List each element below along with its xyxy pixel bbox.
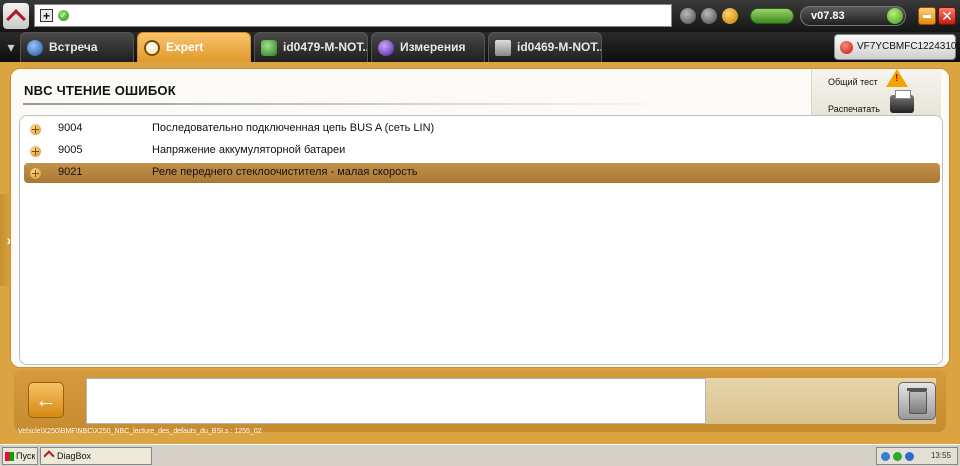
- shield-icon[interactable]: [893, 452, 902, 461]
- trash-button[interactable]: [898, 382, 936, 420]
- magnifier-icon: [144, 40, 160, 56]
- document-icon: [495, 40, 511, 56]
- car-icon: [261, 40, 277, 56]
- network-icon[interactable]: [881, 452, 890, 461]
- globe-icon: [27, 40, 43, 56]
- tab-label: Измерения: [400, 40, 466, 54]
- script-path: Vehicle\X250\BMF\NBC\X250_NBC_lecture_de…: [18, 428, 262, 435]
- start-button[interactable]: Пуск: [2, 447, 38, 465]
- tab-id0469[interactable]: id0469-M-NOT...: [488, 32, 602, 62]
- tab-label: Expert: [166, 40, 204, 54]
- address-bar[interactable]: + ✓: [34, 4, 672, 27]
- main-panel: › NBC ЧТЕНИЕ ОШИБОК Общий тест Распечата…: [0, 62, 960, 444]
- top-icons-group: [680, 8, 738, 24]
- plus-icon[interactable]: +: [40, 9, 53, 22]
- tab-expert[interactable]: Expert: [137, 32, 251, 62]
- printer-icon[interactable]: [890, 90, 914, 113]
- tabs-bar: ▾ Встреча Expert id0479-M-NOT... Измерен…: [0, 32, 960, 62]
- status-ok-icon: ✓: [58, 10, 69, 21]
- tab-id0479[interactable]: id0479-M-NOT...: [254, 32, 368, 62]
- global-test-button[interactable]: Общий тест: [828, 77, 878, 87]
- back-button[interactable]: ←: [28, 382, 64, 418]
- mail-icon[interactable]: [722, 8, 738, 24]
- windows-taskbar: Пуск DiagBox 13:55: [0, 444, 960, 466]
- tab-label: id0479-M-NOT...: [283, 40, 368, 54]
- system-tray: 13:55: [876, 447, 958, 465]
- title-divider: [23, 103, 673, 105]
- citroen-icon: [43, 450, 55, 462]
- power-icon: [840, 41, 853, 54]
- chevron-down-icon[interactable]: ▾: [2, 36, 20, 58]
- top-toolbar: + ✓ v07.83 ✕: [0, 0, 960, 32]
- media-icon[interactable]: [680, 8, 696, 24]
- tab-izmereniya[interactable]: Измерения: [371, 32, 485, 62]
- close-button[interactable]: ✕: [938, 7, 956, 25]
- right-action-menu: Общий тест Распечатать: [811, 69, 941, 121]
- version-display: v07.83: [800, 6, 906, 26]
- waveform-icon: [378, 40, 394, 56]
- print-button[interactable]: Распечатать: [828, 104, 880, 114]
- bottom-bar: ←: [14, 370, 946, 432]
- warning-icon[interactable]: [886, 69, 908, 87]
- taskbar-item-diagbox[interactable]: DiagBox: [40, 447, 152, 465]
- settings-icon[interactable]: [701, 8, 717, 24]
- vin-text: VF7YCBMFC12243105: [857, 41, 960, 52]
- fault-list: 9004 Последовательно подключенная цепь B…: [19, 115, 943, 365]
- start-label: Пуск: [16, 451, 36, 461]
- content-area: NBC ЧТЕНИЕ ОШИБОК Общий тест Распечатать…: [10, 68, 950, 368]
- tab-label: id0469-M-NOT...: [517, 40, 602, 54]
- citroen-logo[interactable]: [3, 3, 29, 29]
- tab-vstrecha[interactable]: Встреча: [20, 32, 134, 62]
- fault-code: 9004: [58, 122, 83, 134]
- fault-row[interactable]: 9004 Последовательно подключенная цепь B…: [24, 119, 940, 139]
- windows-icon: [5, 452, 14, 461]
- expand-plus-icon[interactable]: [30, 146, 41, 157]
- version-text: v07.83: [811, 10, 845, 22]
- page-title: NBC ЧТЕНИЕ ОШИБОК: [24, 83, 176, 98]
- minimize-button[interactable]: [918, 7, 936, 25]
- clock: 13:55: [930, 451, 951, 460]
- fault-row[interactable]: 9005 Напряжение аккумуляторной батареи: [24, 141, 940, 161]
- expand-plus-icon[interactable]: [30, 124, 41, 135]
- citroen-chevron-icon: [6, 9, 26, 29]
- fault-description: Напряжение аккумуляторной батареи: [152, 144, 346, 156]
- taskbar-app-label: DiagBox: [57, 451, 92, 461]
- fault-code: 9021: [58, 166, 83, 178]
- fault-row-selected[interactable]: 9021 Реле переднего стеклоочистителя - м…: [24, 163, 940, 183]
- fault-description: Реле переднего стеклоочистителя - малая …: [152, 166, 418, 178]
- vin-badge[interactable]: VF7YCBMFC12243105: [834, 34, 960, 60]
- refresh-icon[interactable]: [887, 8, 903, 24]
- bluetooth-icon[interactable]: [905, 452, 914, 461]
- fault-code: 9005: [58, 144, 83, 156]
- battery-indicator-icon: [750, 8, 794, 24]
- tab-label: Встреча: [49, 40, 98, 54]
- expand-plus-icon[interactable]: [30, 168, 41, 179]
- fault-description: Последовательно подключенная цепь BUS A …: [152, 122, 435, 134]
- message-box: [86, 378, 706, 424]
